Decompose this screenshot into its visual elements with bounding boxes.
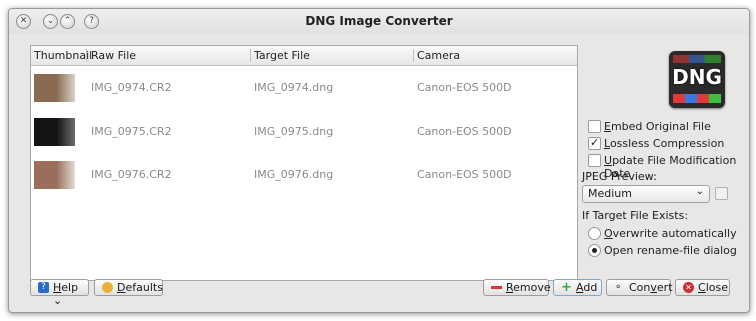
overwrite-radio[interactable]: [588, 227, 601, 240]
checkmark-icon: ✓: [590, 136, 600, 149]
table-row[interactable]: IMG_0976.CR2 IMG_0976.dng Canon-EOS 500D: [31, 154, 577, 197]
table-header: Thumbnail Raw File Target File Camera: [31, 46, 577, 66]
close-icon: ✕: [683, 282, 694, 293]
thumbnail-image: [34, 118, 75, 146]
raw-file-cell: IMG_0975.CR2: [91, 125, 172, 138]
raw-file-cell: IMG_0976.CR2: [91, 168, 172, 181]
column-separator: [86, 49, 87, 62]
add-button[interactable]: + Add: [553, 279, 602, 296]
rename-dialog-radio[interactable]: [588, 244, 601, 257]
convert-button[interactable]: ⚬ Convert: [606, 279, 673, 296]
file-table[interactable]: Thumbnail Raw File Target File Camera IM…: [30, 45, 578, 281]
target-exists-label: If Target File Exists:: [582, 209, 689, 222]
logo-bottom-swatches: [673, 94, 721, 103]
target-file-cell: IMG_0976.dng: [254, 168, 334, 181]
target-file-cell: IMG_0974.dng: [254, 81, 334, 94]
help-book-icon: ?: [38, 282, 49, 293]
column-header-camera[interactable]: Camera: [417, 49, 460, 62]
column-header-thumbnail[interactable]: Thumbnail: [34, 49, 92, 62]
defaults-icon: [102, 282, 113, 293]
defaults-button[interactable]: Defaults: [94, 279, 163, 296]
minus-icon: [491, 286, 502, 289]
convert-icon: ⚬: [614, 282, 623, 293]
camera-cell: Canon-EOS 500D: [417, 125, 512, 138]
table-row[interactable]: IMG_0975.CR2 IMG_0975.dng Canon-EOS 500D: [31, 111, 577, 154]
preview-settings-icon[interactable]: [715, 187, 728, 200]
logo-text: DNG: [672, 65, 722, 89]
overwrite-label[interactable]: Overwrite automatically: [604, 227, 737, 240]
plus-icon: +: [561, 280, 572, 295]
column-header-raw-file[interactable]: Raw File: [91, 49, 136, 62]
jpeg-preview-value: Medium: [588, 187, 632, 200]
thumbnail-image: [34, 74, 75, 102]
camera-cell: Canon-EOS 500D: [417, 168, 512, 181]
update-modification-date-checkbox[interactable]: [588, 154, 601, 167]
table-row[interactable]: IMG_0974.CR2 IMG_0974.dng Canon-EOS 500D: [31, 67, 577, 110]
rename-dialog-label[interactable]: Open rename-file dialog: [604, 244, 737, 257]
embed-original-checkbox[interactable]: [588, 120, 601, 133]
dng-logo-icon: DNG: [669, 51, 725, 108]
radio-dot: [592, 248, 597, 253]
lossless-compression-label[interactable]: Lossless Compression: [604, 137, 724, 150]
thumbnail-image: [34, 161, 75, 189]
close-button[interactable]: ✕ Close: [675, 279, 730, 296]
camera-cell: Canon-EOS 500D: [417, 81, 512, 94]
jpeg-preview-label: JPEG Preview:: [582, 170, 657, 183]
embed-original-label[interactable]: Embed Original File: [604, 120, 711, 133]
logo-top-swatches: [673, 55, 721, 63]
remove-button[interactable]: Remove: [483, 279, 551, 296]
dng-converter-window: ✕ ⌄ ⌃ ? DNG Image Converter Thumbnail Ra…: [8, 8, 750, 313]
help-button[interactable]: ? Help ⌄: [30, 279, 89, 307]
chevron-down-icon: ⌄: [695, 186, 704, 197]
jpeg-preview-select[interactable]: Medium ⌄: [582, 185, 710, 203]
lossless-compression-checkbox[interactable]: ✓: [588, 136, 601, 150]
column-separator: [250, 49, 251, 62]
options-panel: DNG Embed Original File ✓ Lossless Compr…: [582, 45, 744, 279]
column-header-target-file[interactable]: Target File: [254, 49, 310, 62]
raw-file-cell: IMG_0974.CR2: [91, 81, 172, 94]
title-bar: ✕ ⌄ ⌃ ? DNG Image Converter: [9, 9, 749, 34]
window-title: DNG Image Converter: [305, 14, 453, 28]
target-file-cell: IMG_0975.dng: [254, 125, 334, 138]
column-separator: [413, 49, 414, 62]
